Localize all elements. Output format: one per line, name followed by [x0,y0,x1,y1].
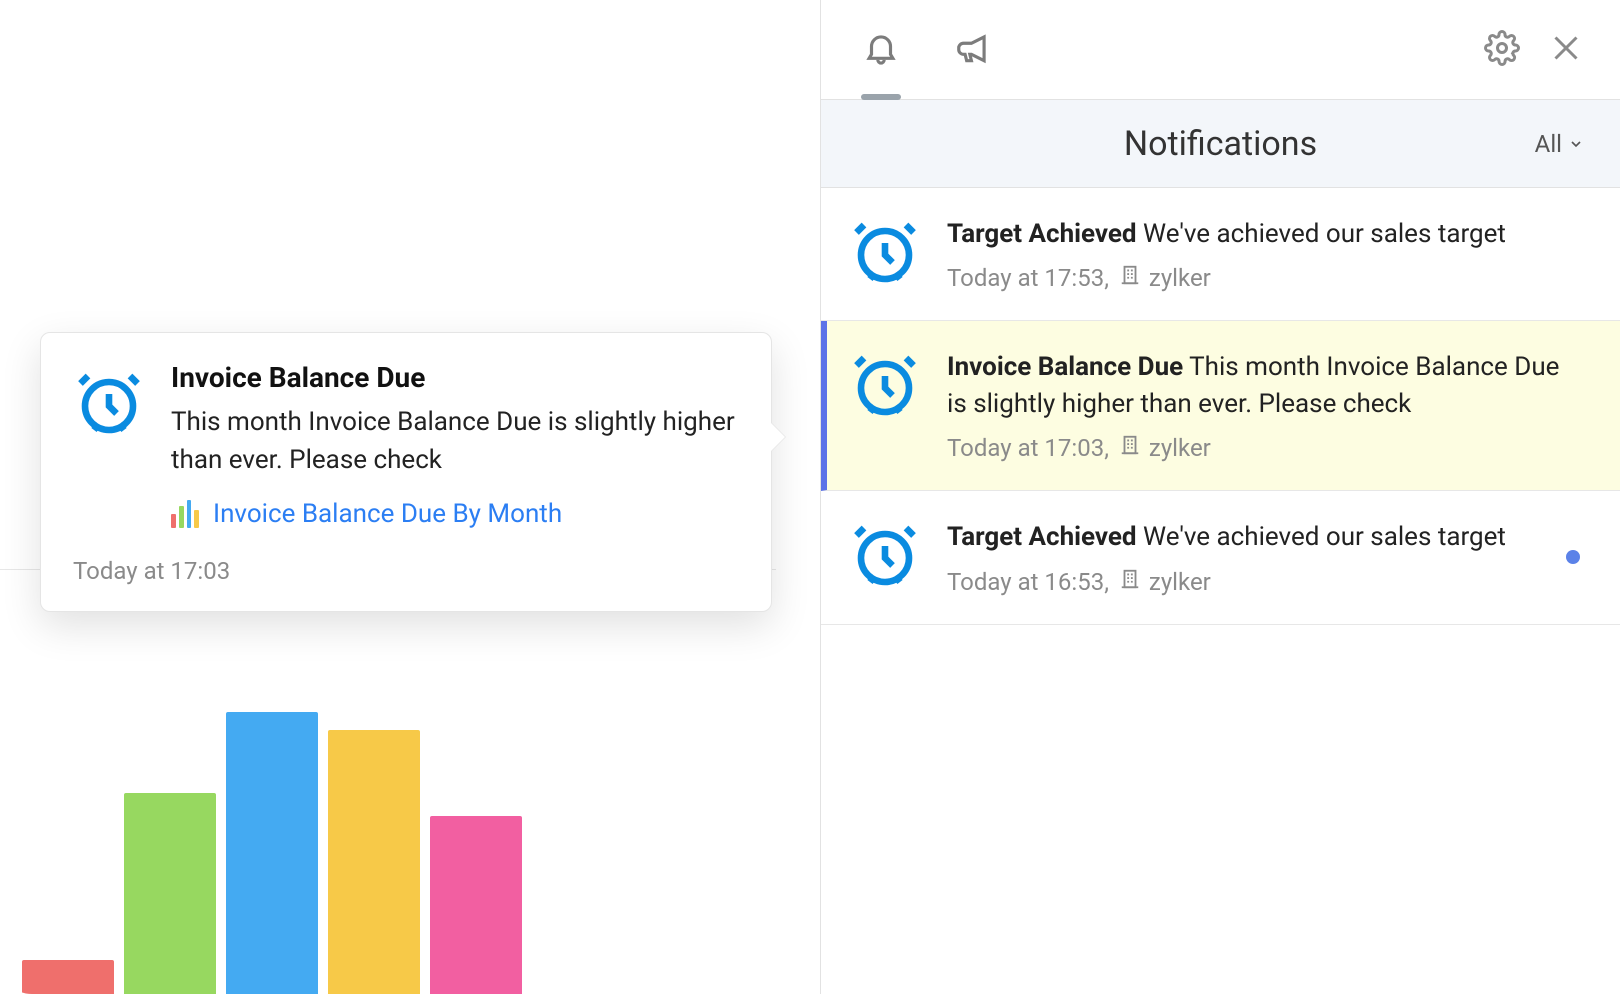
alarm-clock-icon [73,367,145,439]
notification-item[interactable]: Target Achieved We've achieved our sales… [821,188,1620,321]
chevron-down-icon [1568,130,1584,158]
notification-item[interactable]: Invoice Balance Due This month Invoice B… [821,321,1620,491]
panel-header: Notifications All [821,100,1620,188]
panel-title: Notifications [1124,124,1317,164]
notification-time: Today at 17:53, [947,264,1109,292]
notification-meta: Today at 17:03, zylker [947,434,1584,462]
chart-bar [124,793,216,994]
settings-button[interactable] [1484,30,1520,70]
chart-bar [226,712,318,994]
bar-chart-icon [171,500,199,528]
notification-text: Target Achieved We've achieved our sales… [947,519,1584,555]
alarm-clock-icon [849,216,921,288]
popup-title: Invoice Balance Due [171,361,739,394]
notification-item[interactable]: Target Achieved We've achieved our sales… [821,491,1620,624]
close-button[interactable] [1548,30,1584,70]
building-icon [1119,568,1141,596]
building-icon [1119,434,1141,462]
notifications-panel: Notifications All Target Achieved We've … [820,0,1620,994]
bar-chart [22,640,522,994]
notification-org: zylker [1119,434,1211,462]
building-icon [1119,264,1141,292]
notification-detail-popup: Invoice Balance Due This month Invoice B… [40,332,772,612]
notification-org: zylker [1119,568,1211,596]
popup-chart-link[interactable]: Invoice Balance Due By Month [213,499,562,529]
chart-bar [22,960,114,994]
filter-label: All [1535,130,1562,158]
bell-icon [862,29,900,71]
notification-title: Target Achieved [947,219,1137,249]
panel-toolbar [821,0,1620,100]
popup-description: This month Invoice Balance Due is slight… [171,404,739,479]
notification-meta: Today at 17:53, zylker [947,264,1584,292]
notifications-list: Target Achieved We've achieved our sales… [821,188,1620,994]
notification-message: We've achieved our sales target [1143,219,1506,249]
chart-bar [430,816,522,994]
gear-icon [1484,30,1520,70]
megaphone-icon [954,29,992,71]
notification-time: Today at 16:53, [947,568,1109,596]
tab-notifications[interactable] [857,18,905,82]
notification-meta: Today at 16:53, zylker [947,568,1584,596]
filter-dropdown[interactable]: All [1535,130,1584,158]
main-content: Invoice Balance Due This month Invoice B… [0,0,820,994]
alarm-clock-icon [849,349,921,421]
tab-announcements[interactable] [949,18,997,82]
close-icon [1548,30,1584,70]
notification-text: Invoice Balance Due This month Invoice B… [947,349,1584,422]
unread-dot [1566,550,1580,564]
notification-message: We've achieved our sales target [1143,522,1506,552]
notification-title: Invoice Balance Due [947,352,1183,382]
chart-bar [328,730,420,994]
notification-org: zylker [1119,264,1211,292]
notification-title: Target Achieved [947,522,1137,552]
popup-timestamp: Today at 17:03 [73,557,739,585]
notification-time: Today at 17:03, [947,434,1109,462]
notification-text: Target Achieved We've achieved our sales… [947,216,1584,252]
alarm-clock-icon [849,519,921,591]
